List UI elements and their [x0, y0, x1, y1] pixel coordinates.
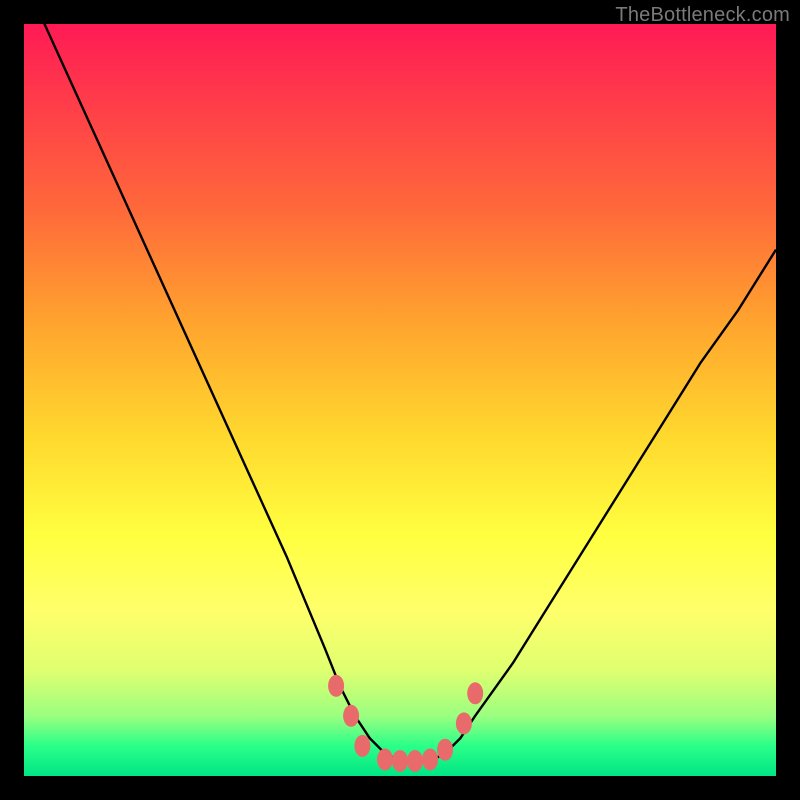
curve-layer	[24, 24, 776, 761]
highlight-dot	[377, 749, 393, 771]
highlight-dot	[467, 682, 483, 704]
highlight-dot	[392, 750, 408, 772]
highlight-dot	[437, 739, 453, 761]
highlight-dot	[422, 749, 438, 771]
highlight-dot	[343, 705, 359, 727]
watermark-text: TheBottleneck.com	[615, 4, 790, 27]
chart-svg	[24, 24, 776, 776]
highlight-dot	[328, 675, 344, 697]
highlight-dot	[354, 735, 370, 757]
outer-frame: TheBottleneck.com	[0, 0, 800, 800]
highlight-dot	[407, 750, 423, 772]
highlight-dot	[456, 712, 472, 734]
marker-layer	[328, 675, 483, 772]
bottleneck-curve	[24, 24, 776, 761]
plot-area	[24, 24, 776, 776]
